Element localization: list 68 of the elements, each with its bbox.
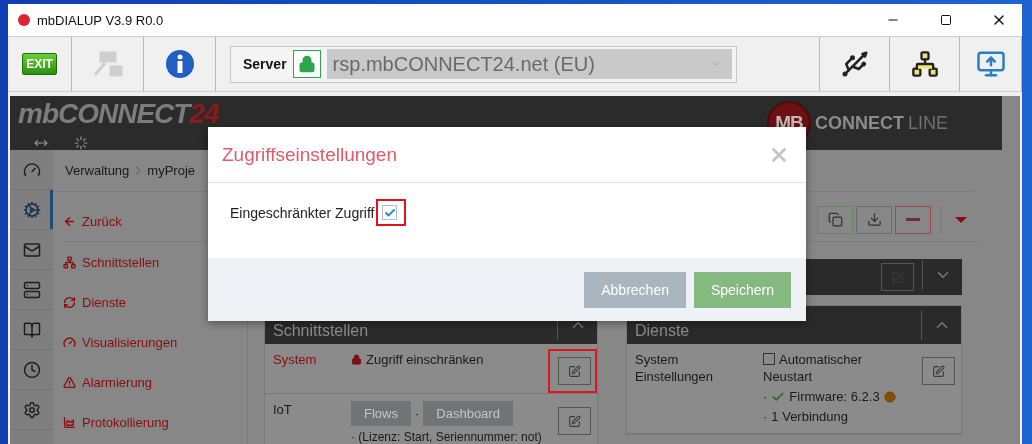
bullet: · (763, 408, 768, 425)
area-chart-icon (63, 415, 76, 429)
panel-title: Dienste (634, 322, 690, 341)
save-button[interactable]: Speichern (693, 271, 791, 308)
row-link[interactable]: System (273, 351, 343, 385)
menu-link[interactable]: Protokollierung (63, 402, 247, 442)
info-icon (164, 49, 195, 79)
checkbox[interactable] (763, 353, 775, 365)
warning-icon (63, 375, 76, 389)
arrow-left-icon (63, 215, 76, 228)
brand-name: CONNECT (814, 112, 904, 134)
spinner-icon (74, 136, 88, 150)
checkbox-label: Automatischer Neustart (763, 351, 864, 385)
dialog-title: Zugriffseinstellungen (222, 143, 397, 166)
separator-dot: · (414, 405, 420, 422)
book-icon (22, 320, 41, 339)
firmware-text: Firmware: 6.2.3 (789, 388, 880, 405)
brand-suffix: LINE (907, 112, 948, 134)
edit-button[interactable] (922, 357, 955, 385)
breadcrumb-link[interactable]: Verwaltung (65, 163, 130, 178)
server-icon (22, 280, 41, 299)
maximize-icon (940, 14, 952, 26)
checkbox[interactable] (382, 205, 398, 220)
caret-icon (954, 216, 967, 223)
cancel-button[interactable]: Abbrechen (584, 271, 686, 308)
edit-button[interactable] (558, 407, 591, 435)
gear-icon (22, 400, 41, 419)
sitemap-icon (63, 255, 76, 269)
app-icon (18, 14, 30, 26)
menu-link[interactable]: Schnittstellen (63, 242, 247, 282)
row-label: System Einstellungen (635, 351, 715, 386)
server-select[interactable]: rsp.mbCONNECT24.net (EU) (326, 49, 732, 79)
gauge-icon (63, 335, 76, 349)
menu-link[interactable]: Dienste (63, 282, 247, 322)
nav-item[interactable] (10, 190, 53, 230)
edit-icon (568, 414, 581, 428)
bullet: · (763, 388, 768, 405)
row-value: Zugriff einschränken (366, 351, 484, 368)
menu-link[interactable]: Alarmierung (63, 362, 247, 402)
server-label: Server (243, 56, 287, 72)
network-icon (910, 50, 939, 78)
envelope-icon (22, 240, 41, 259)
breadcrumb-link[interactable]: myProje (147, 163, 195, 178)
remove-button[interactable] (895, 205, 931, 234)
row-label: IoT (273, 401, 293, 419)
link-button[interactable]: Flows (351, 401, 411, 426)
refresh-icon (63, 295, 76, 309)
minus-icon (906, 218, 920, 221)
download-icon (866, 212, 882, 227)
copy-icon (827, 212, 843, 227)
link-button[interactable]: Dashboard (423, 401, 513, 426)
exit-icon: EXIT (22, 53, 57, 75)
window-title: mbDIALUP V3.9 R0.0 (37, 12, 165, 28)
copy-button[interactable] (817, 205, 853, 234)
edit-icon (932, 364, 945, 378)
edit-icon (568, 364, 581, 378)
edit-button[interactable] (881, 263, 914, 291)
gears-icon (22, 200, 41, 219)
logo: mbCONNECT24 (18, 100, 219, 128)
license-note: · (Lizenz: Start, Seriennummer: not) (351, 429, 543, 444)
download-button[interactable] (856, 205, 892, 234)
connection-count: 1 Verbindung (771, 408, 848, 425)
gauge-icon (22, 160, 41, 179)
edit-button[interactable] (558, 357, 591, 385)
monitor-icon (975, 49, 1006, 79)
menu-link[interactable]: Visualisierungen (63, 322, 247, 362)
clock-icon (22, 360, 41, 379)
panel-title: Schnittstellen (272, 322, 369, 341)
